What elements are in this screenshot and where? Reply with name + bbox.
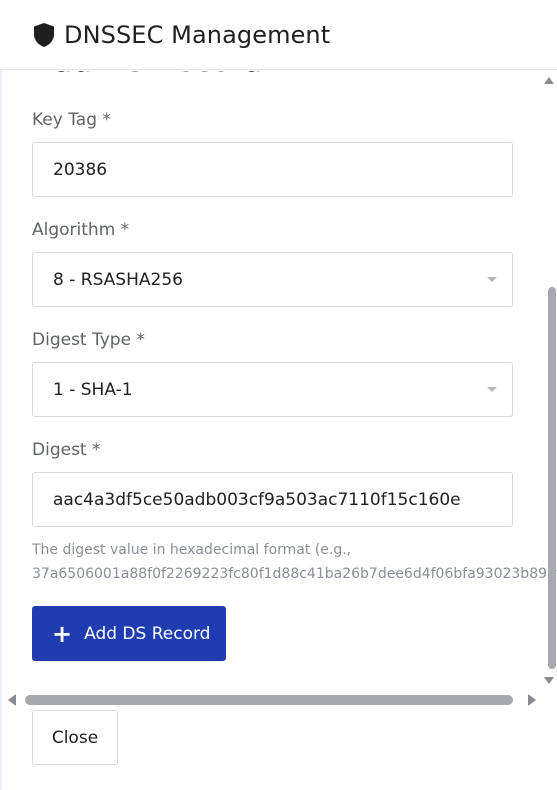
key-tag-value: 20386 bbox=[53, 159, 108, 180]
chevron-down-icon bbox=[487, 387, 497, 392]
horizontal-scrollbar-thumb[interactable] bbox=[25, 695, 513, 705]
modal-header: DNSSEC Management bbox=[0, 0, 557, 70]
key-tag-input[interactable]: 20386 bbox=[32, 142, 513, 197]
close-button[interactable]: Close bbox=[32, 710, 118, 765]
scroll-up-arrow-icon[interactable] bbox=[544, 77, 554, 84]
algorithm-label: Algorithm * bbox=[32, 220, 130, 240]
digest-label: Digest * bbox=[32, 440, 101, 460]
key-tag-label: Key Tag * bbox=[32, 110, 111, 130]
shield-icon bbox=[34, 22, 54, 47]
scroll-down-arrow-icon[interactable] bbox=[544, 677, 554, 684]
digest-type-select[interactable]: 1 - SHA-1 bbox=[32, 362, 513, 417]
add-ds-record-button[interactable]: + Add DS Record bbox=[32, 606, 226, 661]
modal-body-scroll-area[interactable]: Add DS Record Key Tag * 20386 Algorithm … bbox=[0, 71, 557, 691]
section-heading: Add DS Record bbox=[32, 71, 262, 79]
vertical-scrollbar-thumb[interactable] bbox=[548, 287, 556, 669]
digest-input[interactable]: aac4a3df5ce50adb003cf9a503ac7110f15c160e bbox=[32, 472, 513, 527]
digest-help-line: The digest value in hexadecimal format (… bbox=[32, 542, 352, 558]
digest-type-selected-value: 1 - SHA-1 bbox=[53, 379, 133, 400]
chevron-down-icon bbox=[487, 277, 497, 282]
add-ds-record-label: Add DS Record bbox=[84, 623, 211, 644]
digest-help-example: 37a6506001a88f0f2269223fc80f1d88c41ba26b… bbox=[32, 566, 557, 582]
plus-icon: + bbox=[52, 619, 73, 648]
modal-title: DNSSEC Management bbox=[64, 20, 331, 49]
scroll-right-arrow-icon[interactable] bbox=[528, 694, 536, 706]
algorithm-select[interactable]: 8 - RSASHA256 bbox=[32, 252, 513, 307]
digest-type-label: Digest Type * bbox=[32, 330, 145, 350]
digest-value: aac4a3df5ce50adb003cf9a503ac7110f15c160e bbox=[53, 489, 461, 510]
dnssec-modal: DNSSEC Management Add DS Record Key Tag … bbox=[0, 0, 557, 790]
scroll-left-arrow-icon[interactable] bbox=[8, 694, 16, 706]
algorithm-selected-value: 8 - RSASHA256 bbox=[53, 269, 183, 290]
digest-help-text: The digest value in hexadecimal format (… bbox=[32, 538, 557, 586]
close-button-label: Close bbox=[51, 727, 99, 748]
